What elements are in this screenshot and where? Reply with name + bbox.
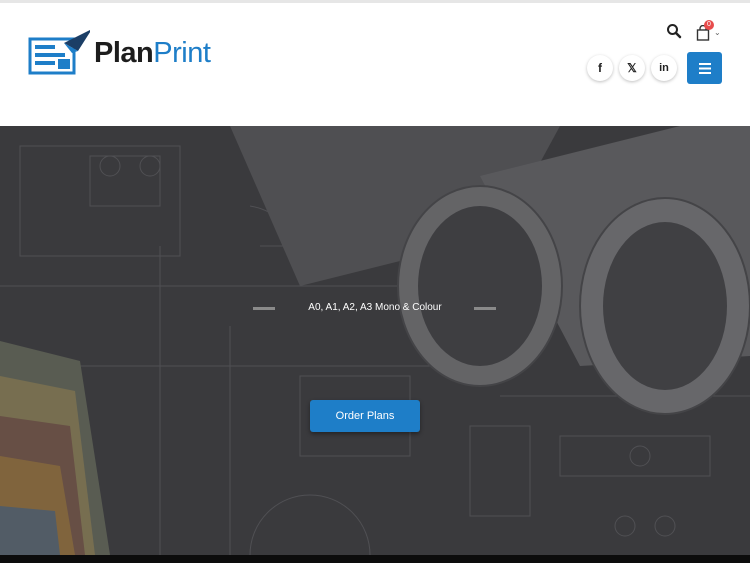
- hero-banner: A0, A1, A2, A3 Mono & Colour Order Plans: [0, 126, 750, 555]
- linkedin-icon: in: [659, 62, 669, 74]
- document-paper-plane-icon: [28, 30, 90, 75]
- brand-name-part2: Print: [153, 36, 211, 69]
- facebook-button[interactable]: f: [587, 55, 613, 81]
- x-button[interactable]: 𝕏: [619, 55, 645, 81]
- menu-button[interactable]: [687, 52, 722, 84]
- hero-subtitle: A0, A1, A2, A3 Mono & Colour: [308, 302, 442, 313]
- x-icon: 𝕏: [627, 61, 637, 75]
- hero-overlay: [0, 126, 750, 555]
- hamburger-menu-icon: [698, 62, 711, 74]
- cart-count-badge: 0: [704, 20, 714, 30]
- brand-name-part1: Plan: [94, 36, 154, 69]
- linkedin-button[interactable]: in: [651, 55, 677, 81]
- brand-name: PlanPrint: [94, 36, 211, 69]
- cart-button[interactable]: 0 ⌄: [694, 20, 724, 43]
- order-plans-button[interactable]: Order Plans: [310, 400, 420, 432]
- facebook-icon: f: [598, 61, 602, 75]
- search-icon[interactable]: [666, 23, 682, 39]
- chevron-down-icon: ⌄: [714, 28, 721, 37]
- site-header: PlanPrint 0 ⌄ f 𝕏 in: [0, 3, 750, 126]
- subtitle-dash-right: [474, 307, 496, 310]
- site-logo[interactable]: PlanPrint: [28, 29, 211, 77]
- bottom-bar: [0, 555, 750, 563]
